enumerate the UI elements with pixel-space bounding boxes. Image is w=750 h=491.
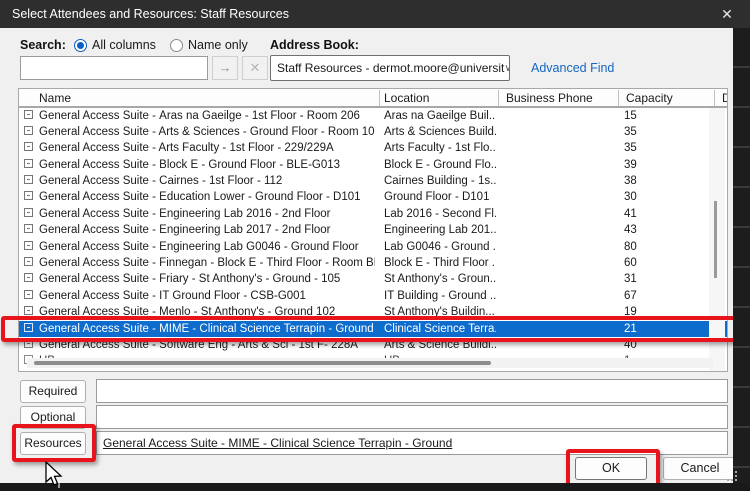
room-resource-icon [24, 290, 33, 299]
table-row[interactable]: General Access Suite - IT Ground Floor -… [19, 288, 727, 304]
table-row[interactable]: General Access Suite - Engineering Lab G… [19, 239, 727, 255]
room-resource-icon [24, 323, 33, 332]
col-header-d[interactable]: D [722, 91, 728, 105]
table-row[interactable]: General Access Suite - Education Lower -… [19, 190, 727, 206]
table-row[interactable]: General Access Suite - Block E - Ground … [19, 157, 727, 173]
close-icon[interactable]: ✕ [717, 4, 737, 24]
advanced-find-link[interactable]: Advanced Find [531, 61, 614, 75]
cancel-button[interactable]: Cancel [663, 457, 737, 480]
horizontal-scrollbar-thumb[interactable] [34, 361, 491, 365]
arrow-right-icon: → [219, 60, 232, 75]
resources-button[interactable]: Resources [20, 432, 86, 455]
address-book-dropdown[interactable]: Staff Resources - dermot.moore@universit… [270, 55, 510, 81]
optional-field[interactable] [96, 405, 728, 429]
room-resource-icon [24, 126, 33, 135]
resources-field[interactable]: General Access Suite - MIME - Clinical S… [96, 431, 728, 455]
clear-x-icon: ✕ [250, 60, 261, 75]
resize-grip[interactable] [727, 471, 739, 483]
search-go-button[interactable]: → [212, 56, 238, 80]
table-row[interactable]: General Access Suite - Arts Faculty - 1s… [19, 141, 727, 157]
room-resource-icon [24, 110, 33, 119]
room-resource-icon [24, 273, 33, 282]
room-resource-icon [24, 241, 33, 250]
table-row[interactable]: General Access Suite - Finnegan - Block … [19, 256, 727, 272]
column-separator [618, 90, 619, 106]
room-resource-icon [24, 306, 33, 315]
table-row[interactable]: General Access Suite - MIME - Clinical S… [19, 321, 727, 337]
search-clear-button[interactable]: ✕ [242, 56, 268, 80]
column-separator [714, 90, 715, 106]
vertical-scrollbar-thumb[interactable] [714, 201, 717, 278]
address-book-label: Address Book: [270, 38, 359, 52]
radio-all-columns-label[interactable]: All columns [92, 38, 156, 52]
room-resource-icon [24, 208, 33, 217]
col-header-business-phone[interactable]: Business Phone [506, 91, 593, 105]
search-label: Search: [20, 38, 66, 52]
search-input[interactable] [20, 56, 208, 80]
table-header: Name Location Business Phone Capacity D [18, 88, 728, 107]
table-row[interactable]: General Access Suite - Friary - St Antho… [19, 272, 727, 288]
radio-name-only[interactable] [170, 39, 183, 52]
column-separator [498, 90, 499, 106]
required-field[interactable] [96, 379, 728, 403]
room-resource-icon [24, 191, 33, 200]
required-button[interactable]: Required [20, 380, 86, 403]
table-row[interactable]: General Access Suite - Arts & Sciences -… [19, 124, 727, 140]
table-row[interactable]: General Access Suite - Software Eng - Ar… [19, 337, 727, 353]
vertical-scrollbar[interactable] [709, 108, 725, 371]
table-row[interactable]: General Access Suite - Áras na Gaeilge -… [19, 108, 727, 124]
table-row[interactable]: General Access Suite - Engineering Lab 2… [19, 223, 727, 239]
column-separator [379, 90, 380, 106]
col-header-location[interactable]: Location [384, 91, 429, 105]
table-row[interactable]: General Access Suite - Engineering Lab 2… [19, 206, 727, 222]
table-row[interactable]: General Access Suite - Menlo - St Anthon… [19, 305, 727, 321]
room-resource-icon [24, 257, 33, 266]
radio-all-columns[interactable] [74, 39, 87, 52]
room-resource-icon [24, 339, 33, 348]
col-header-name[interactable]: Name [39, 91, 71, 105]
mouse-cursor [44, 461, 64, 489]
ok-button[interactable]: OK [575, 457, 647, 480]
room-resource-icon [24, 142, 33, 151]
room-resource-icon [24, 224, 33, 233]
resources-field-value[interactable]: General Access Suite - MIME - Clinical S… [103, 436, 452, 450]
chevron-down-icon: ∨ [504, 63, 510, 74]
dialog-titlebar: Select Attendees and Resources: Staff Re… [0, 0, 750, 28]
radio-name-only-label[interactable]: Name only [188, 38, 248, 52]
background-app-strip-bottom [0, 483, 750, 491]
attendee-rows: General Access Suite - Áras na Gaeilge -… [19, 108, 727, 370]
dialog-title: Select Attendees and Resources: Staff Re… [12, 7, 289, 21]
select-attendees-dialog: Select Attendees and Resources: Staff Re… [0, 0, 750, 491]
table-row[interactable]: General Access Suite - Cairnes - 1st Flo… [19, 174, 727, 190]
address-book-value: Staff Resources - dermot.moore@universit [277, 61, 504, 75]
room-resource-icon [24, 175, 33, 184]
col-header-capacity[interactable]: Capacity [626, 91, 673, 105]
attendee-list: General Access Suite - Áras na Gaeilge -… [18, 107, 728, 372]
optional-button[interactable]: Optional [20, 406, 86, 429]
room-resource-icon [24, 159, 33, 168]
background-app-strip-right [733, 28, 750, 491]
